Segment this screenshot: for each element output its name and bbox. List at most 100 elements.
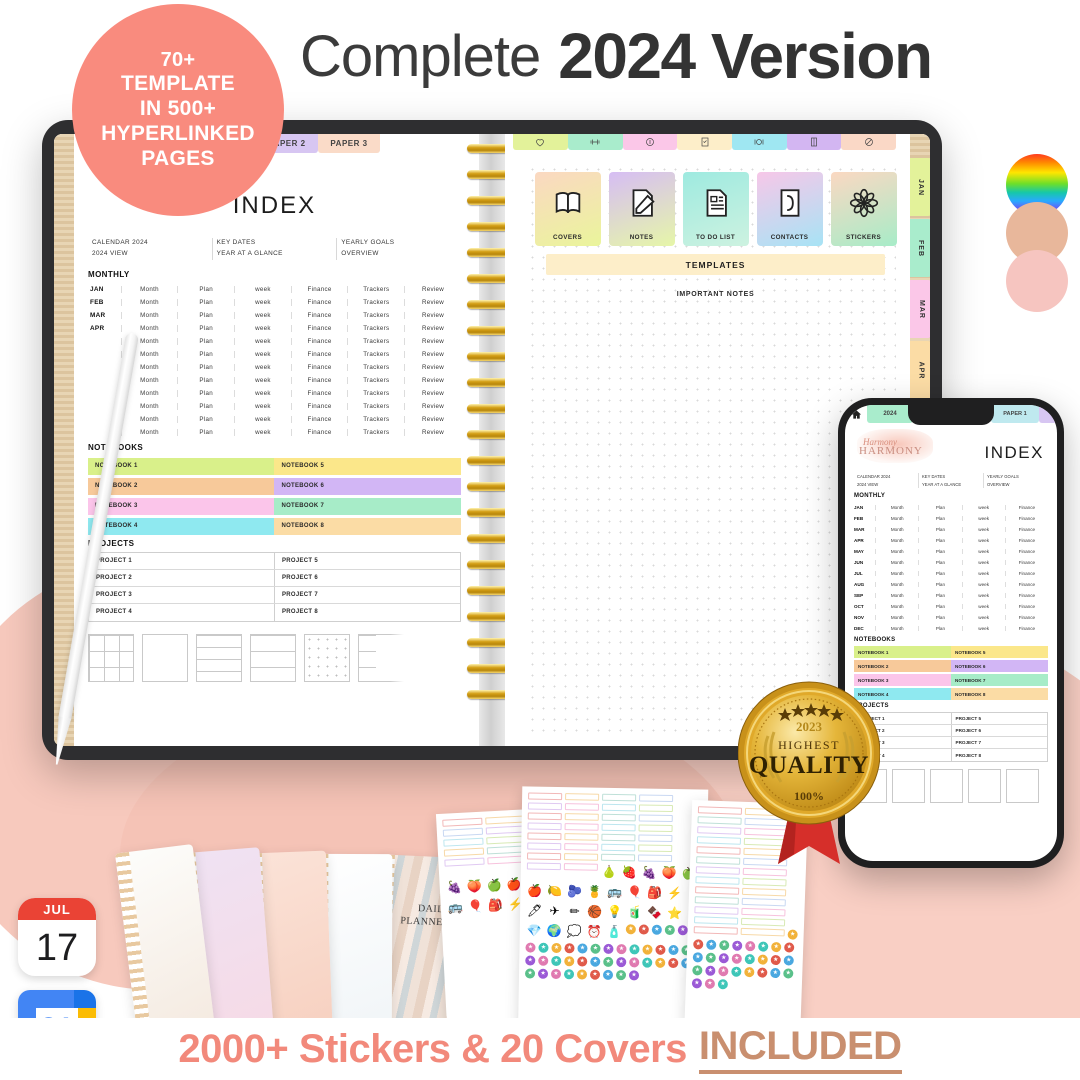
sticker-label-bar[interactable] [638, 834, 673, 843]
month-link-cell[interactable]: Plan [918, 527, 961, 533]
project-cell[interactable]: PROJECT 8 [273, 603, 460, 621]
month-tab[interactable]: JAN [909, 158, 930, 216]
sticker-emoji[interactable]: 🎒 [486, 897, 504, 915]
sticker-dot[interactable]: ★ [551, 955, 562, 967]
month-label[interactable]: NOV [854, 615, 875, 620]
sticker-label-bar[interactable] [742, 877, 787, 887]
month-label[interactable]: JAN [854, 505, 875, 510]
month-link-cell[interactable]: Plan [918, 626, 961, 632]
sticker-label-bar[interactable] [695, 876, 740, 885]
sticker-emoji[interactable]: 🧴 [606, 924, 623, 941]
sticker-label-bar[interactable] [485, 825, 527, 835]
month-link-cell[interactable]: Finance [290, 298, 348, 306]
month-link-cell[interactable]: Trackers [347, 428, 404, 436]
sticker-dot[interactable]: ★ [615, 970, 627, 981]
month-link-cell[interactable]: Plan [177, 324, 234, 332]
sticker-dot[interactable]: ★ [538, 942, 549, 953]
sticker-dot[interactable]: ★ [642, 957, 653, 968]
sticker-dot[interactable]: ★ [718, 953, 729, 964]
month-link-cell[interactable]: week [961, 615, 1005, 621]
month-link-cell[interactable]: Month [120, 415, 178, 423]
sticker-dot[interactable]: ★ [602, 969, 614, 981]
sticker-dot[interactable]: ★ [783, 955, 794, 966]
notebook-cell[interactable]: NOTEBOOK 8 [274, 517, 461, 535]
project-cell[interactable]: PROJECT 7 [273, 586, 460, 603]
sticker-label-bar[interactable] [564, 803, 600, 811]
sticker-dot[interactable]: ★ [628, 970, 640, 981]
sticker-label-bar[interactable] [697, 806, 743, 815]
phone-year-chip[interactable]: 2024 [867, 405, 913, 423]
sticker-label-bar[interactable] [696, 846, 741, 855]
sticker-emoji[interactable]: ✈ [546, 903, 563, 920]
sticker-label-bar[interactable] [742, 887, 787, 897]
sticker-dot[interactable]: ★ [590, 943, 601, 954]
sticker-label-bar[interactable] [693, 926, 738, 935]
sticker-emoji[interactable]: 🎈 [466, 898, 484, 916]
sticker-dot[interactable]: ★ [744, 953, 755, 965]
sticker-dot[interactable]: ★ [691, 978, 703, 989]
month-link-cell[interactable]: week [234, 402, 291, 410]
month-link-cell[interactable]: Month [120, 402, 178, 410]
month-link-cell[interactable]: week [961, 571, 1005, 577]
month-link-cell[interactable]: Trackers [347, 415, 404, 423]
month-label[interactable]: OCT [854, 604, 875, 609]
sticker-emoji[interactable]: 🍑 [661, 865, 678, 882]
sticker-dot[interactable]: ★ [538, 955, 549, 966]
sticker-dot[interactable]: ★ [677, 925, 688, 936]
sticker-dot[interactable]: ★ [525, 942, 536, 953]
sticker-label-bar[interactable] [740, 917, 786, 927]
sticker-label-bar[interactable] [638, 824, 673, 833]
month-link-cell[interactable]: week [961, 549, 1005, 555]
sticker-emoji[interactable]: 💡 [606, 904, 623, 921]
template-card[interactable]: STICKERS [830, 172, 897, 246]
sticker-emoji[interactable]: ⏰ [586, 924, 603, 941]
month-link-cell[interactable]: Plan [177, 428, 234, 436]
sticker-dot[interactable]: ★ [551, 942, 562, 954]
month-link-cell[interactable]: week [234, 415, 291, 423]
month-link-cell[interactable]: Plan [177, 298, 234, 306]
month-label[interactable]: FEB [854, 516, 875, 521]
month-link-cell[interactable]: week [234, 363, 291, 371]
index-link[interactable]: CALENDAR 2024 2024 VIEW [88, 238, 212, 260]
sticker-dot[interactable]: ★ [629, 957, 640, 968]
sticker-label-bar[interactable] [742, 867, 787, 877]
month-link-cell[interactable]: Plan [177, 350, 234, 358]
month-link-cell[interactable]: Review [404, 415, 461, 423]
month-link-cell[interactable]: Finance [290, 311, 348, 319]
sticker-dot[interactable]: ★ [757, 954, 768, 965]
sticker-dot[interactable]: ★ [731, 953, 742, 964]
sticker-emoji[interactable]: 🍋 [546, 883, 563, 900]
category-tab[interactable] [731, 134, 787, 150]
sticker-dot[interactable]: ★ [577, 956, 588, 967]
sticker-dot[interactable]: ★ [550, 968, 562, 980]
month-link-cell[interactable]: Plan [177, 285, 234, 293]
project-cell[interactable]: PROJECT 6 [273, 569, 460, 586]
sticker-label-bar[interactable] [601, 803, 637, 812]
sticker-label-bar[interactable] [697, 816, 742, 825]
phone-tab-paper1[interactable]: PAPER 1 [991, 405, 1039, 423]
month-link-cell[interactable]: Finance [290, 285, 348, 293]
sticker-emoji[interactable]: ✏ [566, 903, 583, 920]
month-link-cell[interactable]: week [961, 527, 1005, 533]
sticker-dot[interactable]: ★ [745, 940, 756, 952]
month-link-cell[interactable]: week [961, 593, 1005, 599]
month-link-cell[interactable]: Trackers [347, 350, 404, 358]
thumbnail-grid[interactable] [88, 633, 134, 682]
month-link-cell[interactable]: Plan [177, 337, 234, 345]
month-link-cell[interactable]: Finance [1004, 626, 1048, 632]
sticker-label-bar[interactable] [695, 886, 740, 895]
sticker-label-bar[interactable] [696, 836, 742, 845]
sticker-emoji[interactable]: 🍇 [445, 879, 463, 897]
month-link-cell[interactable]: Month [875, 538, 918, 544]
project-cell[interactable]: PROJECT 5 [950, 713, 1048, 725]
template-card[interactable]: TO DO LIST [682, 172, 749, 246]
month-link-cell[interactable]: week [961, 626, 1005, 632]
month-link-cell[interactable]: week [961, 582, 1005, 588]
sticker-emoji[interactable]: 🫐 [566, 883, 583, 900]
month-link-cell[interactable]: Finance [290, 389, 348, 397]
month-link-cell[interactable]: Plan [177, 389, 234, 397]
sticker-label-bar[interactable] [639, 794, 674, 803]
sticker-dot[interactable]: ★ [704, 978, 716, 989]
month-tab[interactable]: MAR [909, 280, 930, 338]
phone-thumbnail-lined[interactable] [930, 769, 963, 804]
